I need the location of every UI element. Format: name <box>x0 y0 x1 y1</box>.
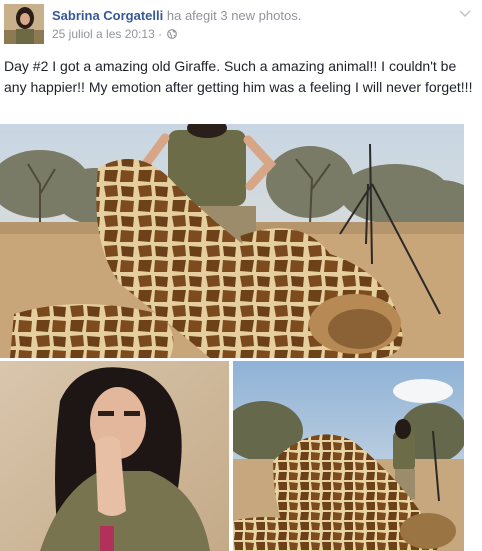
meta-separator: · <box>158 27 163 41</box>
photo-giraffe-woman-far <box>233 361 464 551</box>
photo-3[interactable] <box>233 361 464 551</box>
avatar[interactable] <box>4 4 44 44</box>
post-text: Day #2 I got a amazing old Giraffe. Such… <box>4 58 473 95</box>
photo-2[interactable] <box>0 361 229 551</box>
post-header-line: Sabrina Corgatelli ha afegit 3 new photo… <box>52 8 301 24</box>
author-name-link[interactable]: Sabrina Corgatelli <box>52 8 163 23</box>
post-action-text: ha afegit 3 new photos. <box>166 8 302 23</box>
facebook-post: Sabrina Corgatelli ha afegit 3 new photo… <box>0 0 482 551</box>
photo-giraffe-woman <box>0 124 464 358</box>
globe-icon[interactable] <box>167 28 178 39</box>
chevron-down-icon[interactable] <box>458 6 472 20</box>
photo-woman-portrait <box>0 361 229 551</box>
photo-1[interactable] <box>0 124 464 358</box>
timestamp-link[interactable]: 25 juliol a les 20:13 <box>52 27 155 41</box>
post-meta: 25 juliol a les 20:13 · <box>52 27 178 41</box>
avatar-image <box>4 4 44 44</box>
